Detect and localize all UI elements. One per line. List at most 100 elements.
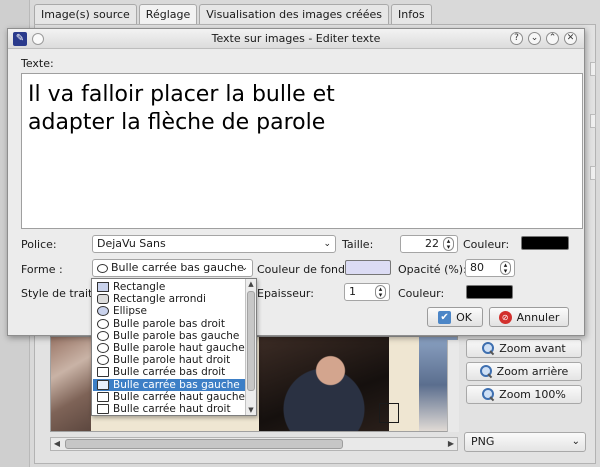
forme-value: Bulle carrée bas gauche (111, 261, 244, 274)
forme-option-label: Bulle carrée bas droit (113, 366, 226, 379)
tab-image-source[interactable]: Image(s) source (34, 4, 137, 24)
scroll-down-icon[interactable]: ▼ (246, 405, 256, 415)
spin-arrows-icon[interactable]: ▴ ▾ (443, 237, 454, 251)
scrollbar-thumb[interactable] (65, 439, 343, 449)
tab-bar: Image(s) source Réglage Visualisation de… (34, 4, 434, 24)
couleur-label: Couleur: (463, 238, 510, 251)
opacite-spinbox[interactable]: 80 ▴ ▾ (465, 259, 515, 277)
scroll-up-icon[interactable]: ▲ (246, 279, 256, 289)
format-value: PNG (471, 435, 495, 448)
side-control[interactable] (590, 62, 596, 76)
magnifier-icon (479, 365, 493, 378)
opacite-value: 80 (470, 261, 484, 274)
speech-bubble-icon (97, 355, 109, 366)
dialog-titlebar[interactable]: ✎ Texte sur images - Editer texte ? ⌄ ⌃ … (8, 29, 584, 49)
chevron-down-icon: ⌄ (240, 263, 248, 273)
speech-bubble-icon (97, 330, 109, 341)
help-button[interactable]: ? (510, 32, 523, 45)
couleur-fond-label: Couleur de fond: (257, 263, 349, 276)
police-select[interactable]: DejaVu Sans ⌄ (92, 235, 336, 253)
epaisseur-label: Epaisseur: (257, 287, 314, 300)
speech-bubble-icon (97, 343, 109, 353)
style-trait-label: Style de trait: (21, 287, 97, 300)
cancel-icon: ⊘ (498, 310, 512, 324)
forme-option[interactable]: Bulle parole bas droit (93, 318, 245, 330)
forme-option-label: Bulle parole haut droit (113, 354, 231, 367)
forme-option[interactable]: Bulle parole haut gauche (93, 342, 245, 354)
forme-label: Forme : (21, 263, 63, 276)
opacite-label: Opacité (%): (398, 263, 467, 276)
forme-option[interactable]: Bulle parole haut droit (93, 354, 245, 366)
zoom-100-label: Zoom 100% (499, 388, 566, 401)
police-value: DejaVu Sans (97, 237, 166, 250)
scroll-right-icon[interactable]: ▶ (445, 438, 457, 450)
square-bubble-icon (97, 367, 109, 378)
preview-horizontal-scrollbar[interactable]: ◀ ▶ (50, 437, 458, 451)
zoom-in-button[interactable]: Zoom avant (466, 339, 582, 358)
couleur-trait-swatch[interactable] (466, 285, 513, 299)
close-icon[interactable]: ✕ (564, 32, 577, 45)
police-label: Police: (21, 238, 57, 251)
tab-reglage[interactable]: Réglage (138, 4, 198, 24)
maximize-icon[interactable]: ⌃ (546, 32, 559, 45)
selection-handle[interactable] (379, 403, 399, 423)
couleur-swatch[interactable] (521, 236, 569, 250)
text-label: Texte: (21, 57, 54, 70)
minimize-icon[interactable]: ⌄ (528, 32, 541, 45)
checkmark-icon: ✔ (438, 310, 452, 324)
zoom-in-label: Zoom avant (499, 342, 566, 355)
side-control[interactable] (590, 114, 596, 128)
forme-option[interactable]: Bulle parole bas gauche (93, 330, 245, 342)
taille-spinbox[interactable]: 22 ▴ ▾ (400, 235, 458, 253)
forme-option-label: Ellipse (113, 305, 147, 318)
magnifier-icon (482, 388, 495, 401)
scroll-left-icon[interactable]: ◀ (51, 438, 63, 450)
forme-option[interactable]: Bulle carrée bas droit (93, 366, 245, 378)
forme-option-label: Bulle carrée haut droit (113, 403, 231, 415)
forme-option-label: Rectangle arrondi (113, 293, 206, 306)
forme-option-label: Bulle parole haut gauche (113, 342, 245, 354)
zoom-out-button[interactable]: Zoom arrière (466, 362, 582, 381)
forme-option[interactable]: Rectangle arrondi (93, 293, 245, 305)
forme-option[interactable]: Bulle carrée haut droit (93, 403, 245, 415)
tab-visualisation[interactable]: Visualisation des images créées (199, 4, 390, 24)
tab-infos[interactable]: Infos (391, 4, 432, 24)
chevron-down-icon: ⌄ (571, 436, 580, 447)
forme-option[interactable]: Bulle carrée bas gauche (93, 378, 245, 391)
dropdown-scrollbar[interactable]: ▲ ▼ (245, 279, 256, 415)
forme-option-label: Rectangle (113, 281, 166, 293)
square-bubble-icon (97, 379, 109, 390)
couleur-trait-label: Couleur: (398, 287, 445, 300)
ok-button[interactable]: ✔ OK (427, 307, 483, 327)
cancel-label: Annuler (516, 310, 560, 324)
ellipse-icon (97, 306, 109, 317)
forme-select[interactable]: Bulle carrée bas gauche ⌄ (92, 259, 253, 277)
forme-option-label: Bulle parole bas gauche (113, 329, 240, 342)
preview-image-left (51, 337, 91, 431)
spin-arrows-icon[interactable]: ▴ ▾ (500, 261, 511, 275)
preview-vertical-scrollbar[interactable] (447, 340, 459, 432)
epaisseur-value: 1 (349, 285, 356, 298)
format-select[interactable]: PNG ⌄ (464, 432, 586, 452)
scrollbar-thumb[interactable] (247, 291, 255, 391)
forme-option-label: Bulle carrée bas gauche (113, 378, 240, 391)
preview-image-photo (259, 337, 389, 431)
text-editor[interactable]: Il va falloir placer la bulle et adapter… (21, 73, 583, 229)
forme-option[interactable]: Rectangle (93, 281, 245, 293)
zoom-100-button[interactable]: Zoom 100% (466, 385, 582, 404)
speech-bubble-icon (97, 318, 109, 329)
side-control[interactable] (590, 166, 596, 180)
forme-option-label: Bulle parole bas droit (113, 317, 225, 330)
forme-option-label: Bulle carrée haut gauche (113, 390, 246, 403)
forme-dropdown-list[interactable]: Rectangle Rectangle arrondi Ellipse Bulle p… (91, 278, 257, 416)
couleur-fond-swatch[interactable] (345, 260, 391, 275)
chevron-down-icon: ⌄ (323, 239, 331, 249)
cancel-button[interactable]: ⊘ Annuler (489, 307, 569, 327)
spin-arrows-icon[interactable]: ▴ ▾ (375, 285, 386, 299)
forme-option[interactable]: Ellipse (93, 305, 245, 317)
dialog-title: Texte sur images - Editer texte (211, 32, 381, 45)
epaisseur-spinbox[interactable]: 1 ▴ ▾ (344, 283, 390, 301)
right-controls (588, 24, 598, 344)
forme-option[interactable]: Bulle carrée haut gauche (93, 391, 245, 403)
taille-value: 22 (425, 237, 439, 250)
